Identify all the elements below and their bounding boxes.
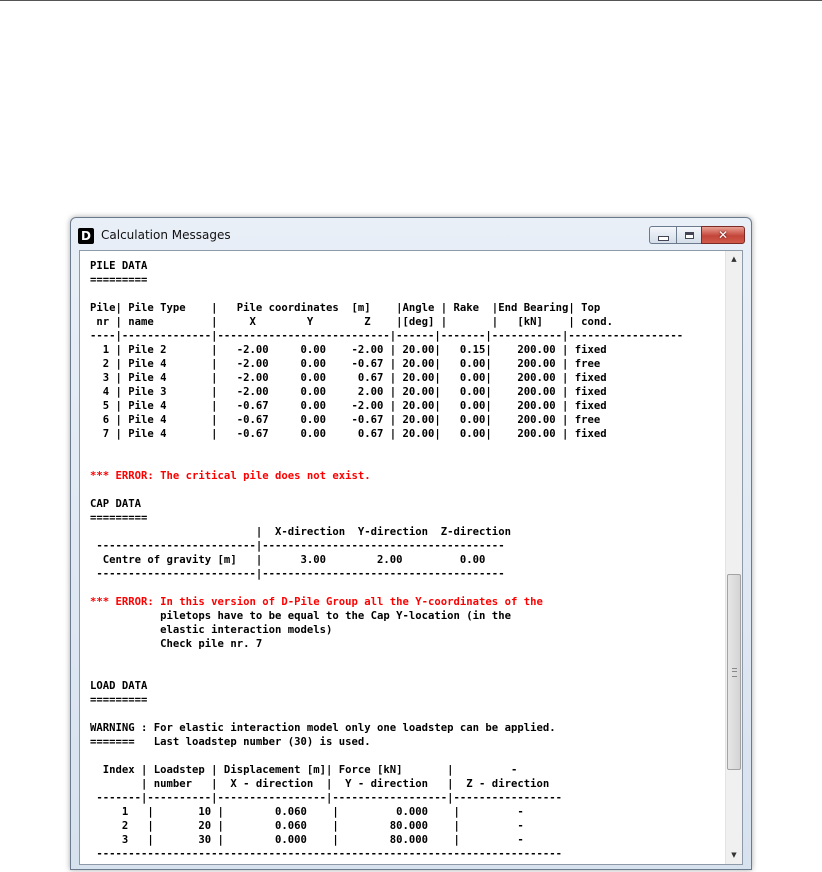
scroll-down-arrow-icon[interactable]: ▼ (726, 847, 742, 864)
report-line: 1 | Pile 2 | -2.00 0.00 -2.00 | 20.00| 0… (90, 344, 607, 356)
error-message-line: *** ERROR: The critical pile does not ex… (90, 470, 371, 482)
title-bar[interactable]: D Calculation Messages ✕ (71, 218, 751, 250)
close-button[interactable]: ✕ (701, 226, 745, 244)
report-line (90, 483, 722, 497)
report-line: 4 | Pile 3 | -2.00 0.00 2.00 | 20.00| 0.… (90, 386, 607, 398)
report-line: ----|--------------|--------------------… (90, 330, 684, 342)
report-line (90, 665, 722, 679)
grip-icon (732, 668, 737, 677)
calculation-messages-window: D Calculation Messages ✕ PILE DATA ======… (70, 217, 752, 870)
vertical-scrollbar[interactable]: ▲ ▼ (725, 251, 742, 864)
report-line: 3 | Pile 4 | -2.00 0.00 0.67 | 20.00| 0.… (90, 372, 607, 384)
app-icon: D (78, 228, 94, 244)
report-line: 7 | Pile 4 | -0.67 0.00 0.67 | 20.00| 0.… (90, 428, 607, 440)
report-line: Pile| Pile Type | Pile coordinates [m] |… (90, 302, 601, 314)
window-controls: ✕ (649, 226, 745, 245)
report-line: PILE DATA (90, 260, 148, 272)
maximize-button[interactable] (676, 226, 701, 244)
report-line: ========= (90, 512, 148, 524)
report-line: -------------------------|--------------… (90, 540, 505, 552)
error-message-line: *** ERROR: In this version of D-Pile Gro… (90, 596, 543, 608)
report-line: ========= (90, 274, 148, 286)
report-line (90, 707, 722, 721)
report-line: -------|----------|-----------------|---… (90, 792, 562, 804)
report-text: PILE DATA ========= Pile| Pile Type | Pile… (90, 259, 722, 859)
report-line: -------------------------|--------------… (90, 568, 505, 580)
report-line (90, 287, 722, 301)
report-line: Index | Loadstep | Displacement [m]| For… (90, 764, 518, 776)
report-line: nr | name | X Y Z |[deg] | | [kN] | cond… (90, 316, 613, 328)
report-line (90, 651, 722, 665)
report-line: | X-direction Y-direction Z-direction (90, 526, 511, 538)
report-line: CAP DATA (90, 498, 142, 510)
maximize-icon (684, 231, 694, 239)
report-line: ----------------------------------------… (90, 848, 562, 859)
report-line (90, 455, 722, 469)
scrollbar-thumb[interactable] (727, 574, 741, 770)
report-line (90, 581, 722, 595)
report-line: piletops have to be equal to the Cap Y-l… (90, 610, 511, 622)
report-line: 2 | Pile 4 | -2.00 0.00 -0.67 | 20.00| 0… (90, 358, 601, 370)
report-line: 3 | 30 | 0.000 | 80.000 | - (90, 834, 524, 846)
report-line: 1 | 10 | 0.060 | 0.000 | - (90, 806, 524, 818)
report-line: LOAD DATA (90, 680, 148, 692)
minimize-icon (657, 235, 669, 241)
minimize-button[interactable] (649, 226, 676, 244)
report-line (90, 441, 722, 455)
report-line: 5 | Pile 4 | -0.67 0.00 -2.00 | 20.00| 0… (90, 400, 607, 412)
report-line: WARNING : For elastic interaction model … (90, 722, 556, 734)
report-line: 2 | 20 | 0.060 | 80.000 | - (90, 820, 524, 832)
report-line: elastic interaction models) (90, 624, 333, 636)
scroll-up-arrow-icon[interactable]: ▲ (726, 251, 742, 268)
top-divider-line (0, 0, 822, 1)
report-line: | number | X - direction | Y - direction… (90, 778, 550, 790)
report-line: Check pile nr. 7 (90, 638, 263, 650)
report-line: ======= Last loadstep number (30) is use… (90, 736, 371, 748)
report-line: ========= (90, 694, 148, 706)
report-line: 6 | Pile 4 | -0.67 0.00 -0.67 | 20.00| 0… (90, 414, 601, 426)
close-icon: ✕ (717, 228, 729, 242)
window-title: Calculation Messages (101, 228, 231, 242)
report-line: Centre of gravity [m] | 3.00 2.00 0.00 (90, 554, 486, 566)
report-line (90, 749, 722, 763)
messages-panel[interactable]: PILE DATA ========= Pile| Pile Type | Pile… (79, 250, 743, 865)
